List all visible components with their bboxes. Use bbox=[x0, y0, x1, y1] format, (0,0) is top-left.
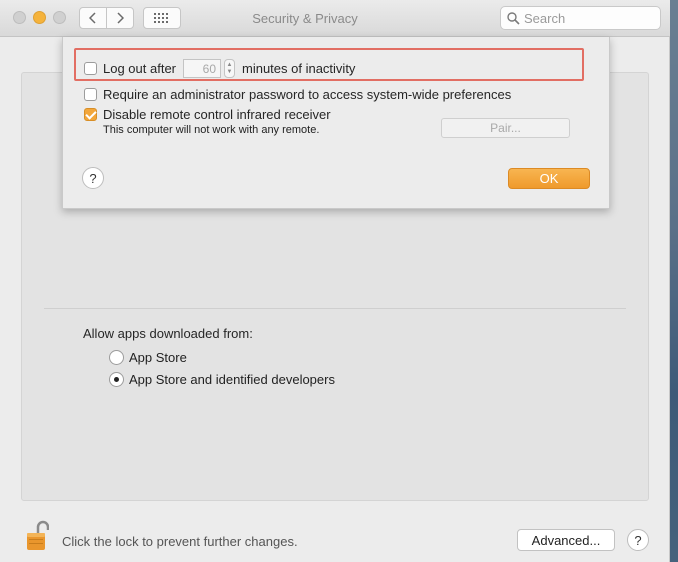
search-input[interactable] bbox=[524, 10, 654, 26]
preferences-window: Security & Privacy Allow apps downloaded… bbox=[0, 0, 670, 562]
minutes-label: minutes of inactivity bbox=[242, 61, 356, 76]
minutes-stepper[interactable]: ▲ ▼ bbox=[224, 59, 235, 78]
sheet-help-button[interactable]: ? bbox=[82, 167, 104, 189]
back-button[interactable] bbox=[79, 7, 107, 29]
advanced-sheet: Log out after ▲ ▼ minutes of inactivity … bbox=[62, 37, 610, 209]
search-field[interactable] bbox=[500, 6, 661, 30]
show-all-button[interactable] bbox=[143, 7, 181, 29]
forward-button[interactable] bbox=[106, 7, 134, 29]
grid-icon bbox=[154, 13, 168, 23]
search-icon bbox=[507, 11, 520, 25]
minutes-input[interactable] bbox=[183, 59, 221, 78]
radio-button-selected[interactable] bbox=[109, 372, 124, 387]
stepper-down-icon[interactable]: ▼ bbox=[227, 69, 233, 76]
lock-button[interactable] bbox=[25, 520, 50, 555]
lock-status-text: Click the lock to prevent further change… bbox=[62, 534, 298, 549]
chevron-right-icon bbox=[117, 12, 124, 24]
logout-label: Log out after bbox=[103, 61, 176, 76]
radio-app-store-identified[interactable]: App Store and identified developers bbox=[109, 372, 335, 387]
advanced-button[interactable]: Advanced... bbox=[517, 529, 615, 551]
radio-app-store[interactable]: App Store bbox=[109, 350, 187, 365]
close-window-button[interactable] bbox=[13, 11, 26, 24]
disable-ir-subtext: This computer will not work with any rem… bbox=[103, 124, 320, 136]
logout-row: Log out after ▲ ▼ minutes of inactivity bbox=[84, 59, 355, 78]
require-admin-label: Require an administrator password to acc… bbox=[103, 87, 512, 102]
ok-button[interactable]: OK bbox=[508, 168, 590, 189]
section-divider bbox=[44, 308, 626, 309]
allow-apps-label: Allow apps downloaded from: bbox=[83, 326, 253, 341]
window-title: Security & Privacy bbox=[252, 11, 358, 26]
radio-button[interactable] bbox=[109, 350, 124, 365]
help-button[interactable]: ? bbox=[627, 529, 649, 551]
logout-checkbox[interactable] bbox=[84, 62, 97, 75]
disable-ir-row: Disable remote control infrared receiver bbox=[84, 107, 331, 122]
stepper-up-icon[interactable]: ▲ bbox=[227, 62, 233, 69]
radio-label: App Store and identified developers bbox=[129, 372, 335, 387]
radio-label: App Store bbox=[129, 350, 187, 365]
disable-ir-checkbox[interactable] bbox=[84, 108, 97, 121]
zoom-window-button[interactable] bbox=[53, 11, 66, 24]
minimize-window-button[interactable] bbox=[33, 11, 46, 24]
pair-button[interactable]: Pair... bbox=[441, 118, 570, 138]
unlocked-padlock-icon bbox=[27, 520, 50, 550]
disable-ir-label: Disable remote control infrared receiver bbox=[103, 107, 331, 122]
require-admin-row: Require an administrator password to acc… bbox=[84, 87, 511, 102]
title-bar: Security & Privacy bbox=[0, 0, 670, 37]
chevron-left-icon bbox=[89, 12, 96, 24]
require-admin-checkbox[interactable] bbox=[84, 88, 97, 101]
